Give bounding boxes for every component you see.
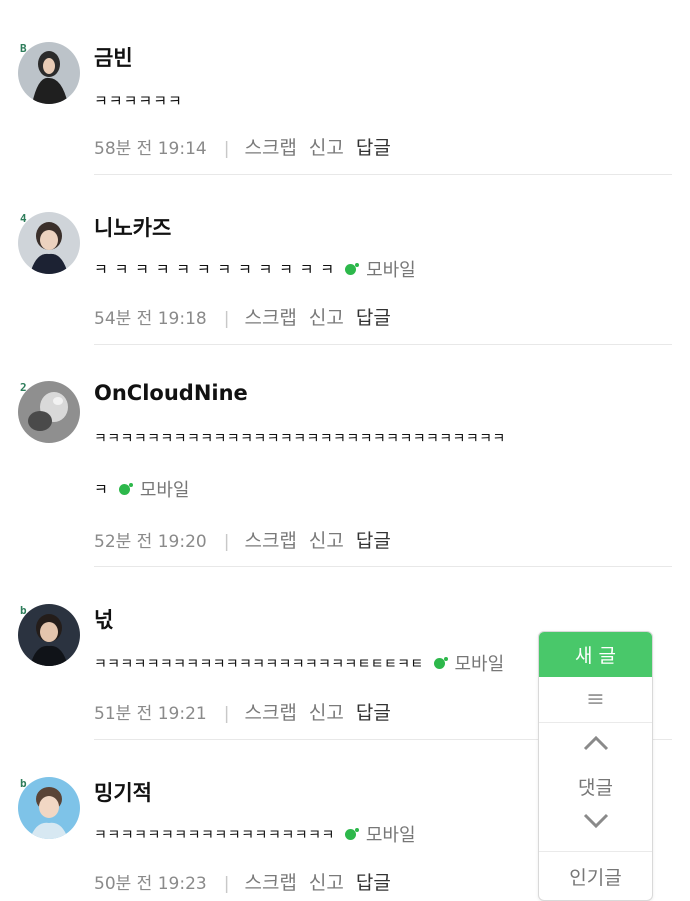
menu-icon[interactable]: ≡ — [539, 677, 652, 723]
time-ago: 54분 전 — [94, 309, 153, 329]
avatar[interactable] — [18, 777, 80, 839]
avatar[interactable] — [18, 42, 80, 104]
new-post-button[interactable]: 새 글 — [539, 632, 652, 677]
level-badge: 4 — [20, 212, 27, 225]
reply-button[interactable]: 답글 — [356, 307, 391, 329]
reply-button[interactable]: 답글 — [356, 702, 391, 724]
avatar[interactable] — [18, 212, 80, 274]
mobile-indicator: 모바일 — [344, 821, 416, 847]
reply-button[interactable]: 답글 — [356, 530, 391, 552]
time: 19:23 — [157, 874, 207, 894]
floating-nav-panel: 새 글 ≡ 댓글 인기글 — [538, 631, 653, 901]
mobile-label: 모바일 — [365, 825, 416, 846]
comment-navigator: 댓글 — [539, 723, 652, 852]
avatar[interactable] — [18, 381, 80, 443]
popular-posts-button[interactable]: 인기글 — [539, 852, 652, 900]
mobile-dot-icon — [118, 482, 133, 495]
report-button[interactable]: 신고 — [309, 702, 344, 724]
scrap-button[interactable]: 스크랩 — [244, 137, 296, 159]
time: 19:18 — [157, 309, 207, 329]
nickname[interactable]: 밍기적 — [94, 777, 152, 807]
reply-button[interactable]: 답글 — [356, 872, 391, 894]
comments-nav-label[interactable]: 댓글 — [539, 773, 652, 800]
mobile-indicator: 모바일 — [118, 476, 190, 502]
comment-text-content: ㅋㅋㅋㅋㅋㅋㅋㅋㅋㅋㅋㅋㅋㅋㅋㅋㅋㅋㅋㅋㅌㅌㅌㅋㅌ — [94, 656, 424, 673]
mobile-indicator: 모바일 — [433, 650, 505, 676]
chevron-down-icon[interactable] — [539, 813, 652, 829]
comment-text: ㅋㅋㅋㅋㅋㅋㅋㅋㅋㅋㅋㅋㅋㅋㅋㅋㅋㅋ 모바일 — [94, 821, 416, 847]
scrap-button[interactable]: 스크랩 — [244, 872, 296, 894]
comment-text: ㅋㅋㅋㅋㅋㅋㅋㅋㅋㅋㅋㅋㅋㅋㅋㅋㅋㅋㅋㅋㅌㅌㅌㅋㅌ 모바일 — [94, 650, 504, 676]
nickname[interactable]: 금빈 — [94, 42, 133, 72]
comment-meta: 51분 전 19:21 | 스크랩 신고 답글 — [94, 702, 391, 724]
level-badge: b — [20, 777, 27, 790]
mobile-label: 모바일 — [454, 654, 505, 675]
mobile-indicator: 모바일 — [345, 256, 416, 282]
report-button[interactable]: 신고 — [309, 530, 344, 552]
level-badge: b — [20, 604, 27, 617]
mobile-dot-icon — [345, 262, 360, 275]
mobile-dot-icon — [433, 656, 448, 669]
comment-meta: 58분 전 19:14 | 스크랩 신고 답글 — [94, 137, 391, 159]
mobile-label: 모바일 — [139, 480, 190, 501]
time-ago: 50분 전 — [94, 874, 153, 894]
time-ago: 58분 전 — [94, 139, 153, 159]
scrap-button[interactable]: 스크랩 — [244, 702, 296, 724]
level-badge: B — [20, 42, 27, 55]
comment-meta: 54분 전 19:18 | 스크랩 신고 답글 — [94, 307, 391, 329]
mobile-dot-icon — [344, 827, 359, 840]
time: 19:21 — [157, 704, 207, 724]
comment-text-line2: ㅋ 모바일 — [94, 476, 190, 502]
comment-meta: 50분 전 19:23 | 스크랩 신고 답글 — [94, 872, 391, 894]
avatar[interactable] — [18, 604, 80, 666]
divider — [94, 344, 672, 345]
report-button[interactable]: 신고 — [309, 137, 344, 159]
nickname[interactable]: 니노카즈 — [94, 212, 171, 242]
time-ago: 51분 전 — [94, 704, 153, 724]
time: 19:14 — [157, 139, 207, 159]
time-ago: 52분 전 — [94, 532, 153, 552]
scrap-button[interactable]: 스크랩 — [244, 307, 296, 329]
level-badge: 2 — [20, 381, 27, 394]
comment-text-content: ㅋ — [94, 480, 109, 499]
time: 19:20 — [157, 532, 207, 552]
comment-meta: 52분 전 19:20 | 스크랩 신고 답글 — [94, 530, 391, 552]
report-button[interactable]: 신고 — [309, 872, 344, 894]
comment-text: ㅋㅋㅋㅋㅋㅋ — [94, 92, 183, 110]
divider — [94, 566, 672, 567]
comment-text-content: ㅋ ㅋ ㅋ ㅋ ㅋ ㅋ ㅋ ㅋ ㅋ ㅋ ㅋ ㅋ — [94, 260, 336, 279]
mobile-label: 모바일 — [366, 260, 416, 281]
comment-text: ㅋ ㅋ ㅋ ㅋ ㅋ ㅋ ㅋ ㅋ ㅋ ㅋ ㅋ ㅋ 모바일 — [94, 256, 416, 282]
nickname[interactable]: OnCloudNine — [94, 381, 248, 405]
nickname[interactable]: 넋 — [94, 604, 113, 634]
divider — [94, 174, 672, 175]
scrap-button[interactable]: 스크랩 — [244, 530, 296, 552]
chevron-up-icon[interactable] — [539, 735, 652, 751]
report-button[interactable]: 신고 — [309, 307, 344, 329]
comment-text-content: ㅋㅋㅋㅋㅋㅋㅋㅋㅋㅋㅋㅋㅋㅋㅋㅋㅋㅋ — [94, 827, 335, 844]
comment-text: ㅋㅋㅋㅋㅋㅋㅋㅋㅋㅋㅋㅋㅋㅋㅋㅋㅋㅋㅋㅋㅋㅋㅋㅋㅋㅋㅋㅋㅋㅋㅋ — [94, 431, 506, 447]
reply-button[interactable]: 답글 — [356, 137, 391, 159]
